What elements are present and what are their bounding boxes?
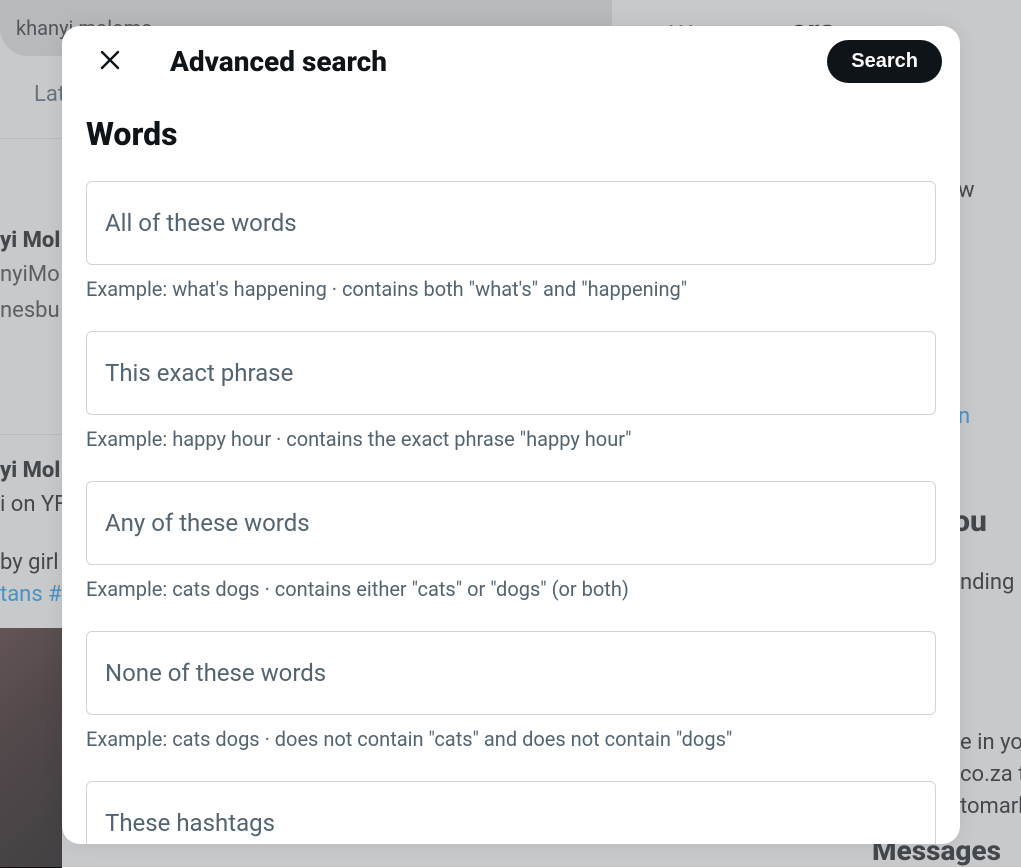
close-icon <box>98 48 122 75</box>
field-exact-phrase: Example: happy hour · contains the exact… <box>86 331 936 451</box>
search-button[interactable]: Search <box>827 40 942 83</box>
field-none-words: Example: cats dogs · does not contain "c… <box>86 631 936 751</box>
field-all-words: Example: what's happening · contains bot… <box>86 181 936 301</box>
none-words-hint: Example: cats dogs · does not contain "c… <box>86 727 936 751</box>
modal-scroll-area[interactable]: Words Example: what's happening · contai… <box>62 97 960 844</box>
advanced-search-modal: Advanced search Search Words Example: wh… <box>62 26 960 844</box>
exact-phrase-hint: Example: happy hour · contains the exact… <box>86 427 936 451</box>
modal-title: Advanced search <box>170 45 387 78</box>
any-words-input[interactable] <box>86 481 936 565</box>
all-words-hint: Example: what's happening · contains bot… <box>86 277 936 301</box>
hashtags-input[interactable] <box>86 781 936 844</box>
exact-phrase-input[interactable] <box>86 331 936 415</box>
field-hashtags <box>86 781 936 844</box>
section-heading-words: Words <box>86 115 936 153</box>
all-words-input[interactable] <box>86 181 936 265</box>
field-any-words: Example: cats dogs · contains either "ca… <box>86 481 936 601</box>
none-words-input[interactable] <box>86 631 936 715</box>
close-button[interactable] <box>90 42 130 82</box>
modal-header: Advanced search Search <box>62 26 960 97</box>
any-words-hint: Example: cats dogs · contains either "ca… <box>86 577 936 601</box>
